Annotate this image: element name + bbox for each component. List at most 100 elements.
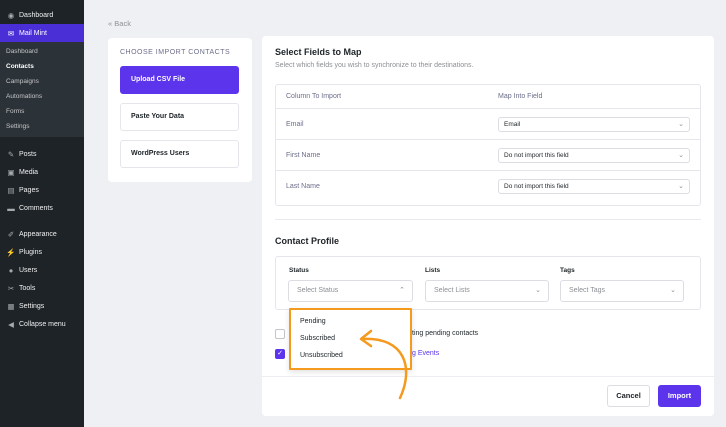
status-option-pending[interactable]: Pending	[300, 318, 326, 325]
submenu-automations[interactable]: Automations	[0, 89, 84, 104]
comments-icon: ▬	[7, 203, 15, 213]
row-label-last-name: Last Name	[286, 183, 320, 190]
submenu-settings[interactable]: Settings	[0, 119, 84, 134]
table-header: Column To Import Map Into Field	[276, 85, 700, 108]
status-dropdown-menu: Pending Subscribed Unsubscribed	[289, 308, 412, 370]
status-option-subscribed[interactable]: Subscribed	[300, 335, 335, 342]
wrench-icon: ✂	[7, 283, 15, 293]
nav-users[interactable]: ● Users	[0, 261, 84, 279]
map-title: Select Fields to Map	[275, 47, 362, 57]
collapse-icon: ◀	[8, 319, 14, 329]
upload-csv-option[interactable]: Upload CSV File	[120, 66, 239, 94]
import-panel-heading: CHOOSE IMPORT CONTACTS	[120, 49, 231, 56]
back-link[interactable]: « Back	[108, 19, 131, 28]
admin-sidebar: ◉ Dashboard ✉ Mail Mint Dashboard Contac…	[0, 0, 84, 427]
chevron-down-icon: ⌄	[678, 121, 684, 128]
nav-pages[interactable]: ▤ Pages	[0, 181, 84, 199]
submenu-forms[interactable]: Forms	[0, 104, 84, 119]
nav-label: Posts	[19, 150, 37, 158]
paste-data-option[interactable]: Paste Your Data	[120, 103, 239, 131]
nav-posts[interactable]: ✎ Posts	[0, 145, 84, 163]
import-method-panel: CHOOSE IMPORT CONTACTS Upload CSV File P…	[108, 38, 252, 182]
chevron-down-icon: ⌄	[535, 287, 541, 294]
table-row: First Name Do not import this field ⌄	[276, 139, 700, 170]
nav-media[interactable]: ▣ Media	[0, 163, 84, 181]
nav-comments[interactable]: ▬ Comments	[0, 199, 84, 217]
double-chevron-left-icon: «	[108, 19, 113, 28]
chevron-down-icon: ⌄	[670, 287, 676, 294]
brush-icon: ✐	[7, 229, 15, 239]
check-icon: ✓	[277, 350, 283, 357]
nav-collapse-menu[interactable]: ◀ Collapse menu	[0, 315, 84, 333]
nav-label: Appearance	[19, 230, 57, 238]
map-select-last-name[interactable]: Do not import this field ⌄	[498, 179, 690, 194]
nav-appearance[interactable]: ✐ Appearance	[0, 225, 84, 243]
nav-label: Dashboard	[19, 11, 54, 19]
nav-label: Collapse menu	[19, 320, 66, 328]
nav-tools[interactable]: ✂ Tools	[0, 279, 84, 297]
field-map-table: Column To Import Map Into Field Email Em…	[275, 84, 701, 206]
nav-label: Mail Mint	[19, 29, 48, 37]
tags-placeholder: Select Tags	[569, 287, 606, 294]
nav-label: Pages	[19, 186, 39, 194]
nav-label: Plugins	[19, 248, 42, 256]
footer-divider	[262, 376, 714, 377]
submenu-campaigns[interactable]: Campaigns	[0, 74, 84, 89]
events-checkbox[interactable]: ✓	[275, 349, 285, 359]
status-label: Status	[289, 267, 309, 274]
plugin-icon: ⚡	[6, 247, 16, 257]
mail-icon: ✉	[7, 28, 15, 38]
row-label-email: Email	[286, 121, 304, 128]
nav-settings[interactable]: ▦ Settings	[0, 297, 84, 315]
tags-select[interactable]: Select Tags ⌄	[560, 280, 684, 302]
status-placeholder: Select Status	[297, 287, 339, 294]
submenu-dashboard[interactable]: Dashboard	[0, 44, 84, 59]
dashboard-icon: ◉	[7, 10, 15, 20]
section-divider	[275, 219, 701, 220]
select-value: Do not import this field	[504, 152, 569, 159]
pending-contacts-text: ting pending contacts	[412, 330, 479, 337]
pin-icon: ✎	[7, 149, 15, 159]
nav-label: Tools	[19, 284, 36, 292]
events-link-text[interactable]: g Events	[412, 350, 439, 357]
nav-label: Comments	[19, 204, 53, 212]
submenu-contacts[interactable]: Contacts	[0, 59, 84, 74]
select-value: Do not import this field	[504, 183, 569, 190]
select-value: Email	[504, 121, 521, 128]
pending-contacts-checkbox[interactable]	[275, 329, 285, 339]
map-select-first-name[interactable]: Do not import this field ⌄	[498, 148, 690, 163]
settings-icon: ▦	[7, 301, 15, 311]
row-label-first-name: First Name	[286, 152, 321, 159]
wordpress-users-option[interactable]: WordPress Users	[120, 140, 239, 168]
pages-icon: ▤	[7, 185, 15, 195]
chevron-down-icon: ⌄	[678, 152, 684, 159]
contact-profile-box: Status Select Status ⌃ Lists Select List…	[275, 256, 701, 310]
column-map-header: Map Into Field	[498, 93, 543, 100]
lists-placeholder: Select Lists	[434, 287, 470, 294]
media-icon: ▣	[7, 167, 15, 177]
lists-select[interactable]: Select Lists ⌄	[425, 280, 549, 302]
import-button[interactable]: Import	[658, 385, 701, 407]
nav-dashboard[interactable]: ◉ Dashboard	[0, 6, 84, 24]
status-option-unsubscribed[interactable]: Unsubscribed	[300, 352, 343, 359]
user-icon: ●	[8, 265, 14, 275]
map-select-email[interactable]: Email ⌄	[498, 117, 690, 132]
mail-mint-submenu: Dashboard Contacts Campaigns Automations…	[0, 42, 84, 137]
nav-label: Media	[19, 168, 39, 176]
table-row: Email Email ⌄	[276, 108, 700, 139]
tags-label: Tags	[560, 267, 575, 274]
table-row: Last Name Do not import this field ⌄	[276, 170, 700, 205]
chevron-down-icon: ⌄	[678, 183, 684, 190]
lists-label: Lists	[425, 267, 441, 274]
nav-mail-mint[interactable]: ✉ Mail Mint	[0, 24, 84, 42]
nav-plugins[interactable]: ⚡ Plugins	[0, 243, 84, 261]
contact-profile-title: Contact Profile	[275, 236, 340, 246]
nav-label: Users	[19, 266, 38, 274]
cancel-button[interactable]: Cancel	[607, 385, 650, 407]
status-select[interactable]: Select Status ⌃	[288, 280, 413, 302]
chevron-up-icon: ⌃	[399, 287, 405, 294]
map-description: Select which fields you wish to synchron…	[275, 62, 474, 69]
column-import-header: Column To Import	[286, 93, 342, 100]
nav-label: Settings	[19, 302, 45, 310]
back-label: Back	[114, 19, 131, 28]
